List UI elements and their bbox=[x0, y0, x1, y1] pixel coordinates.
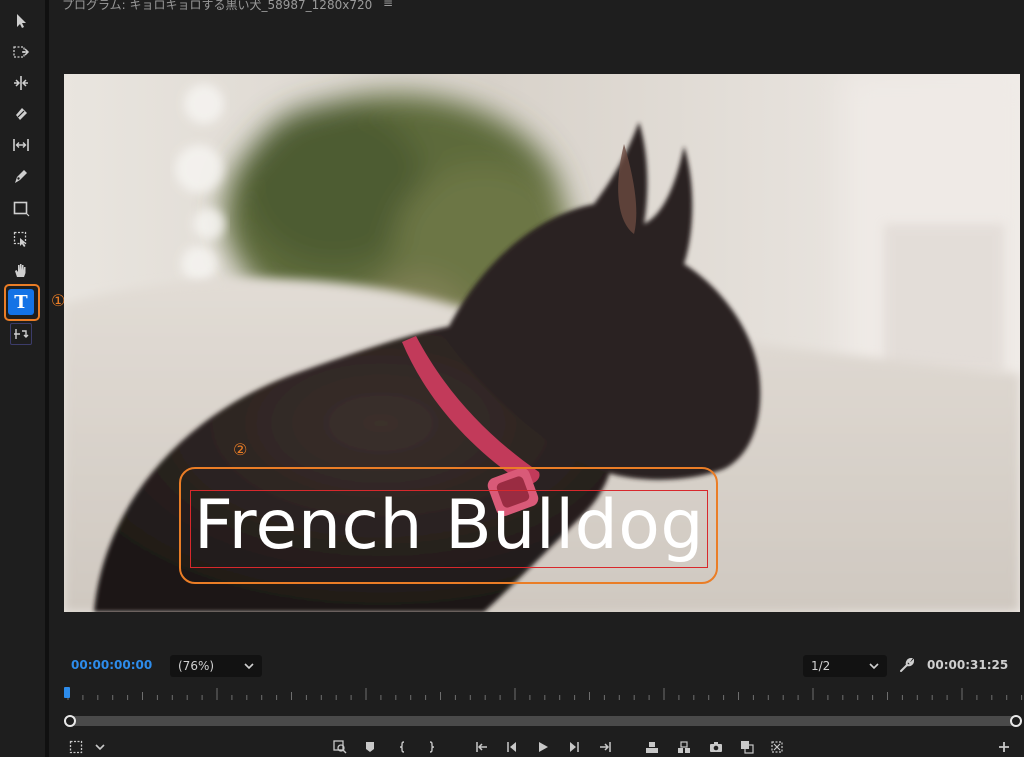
comparison-view-icon[interactable] bbox=[737, 738, 757, 756]
play-icon[interactable] bbox=[533, 738, 553, 756]
pen-tool-icon[interactable] bbox=[7, 163, 35, 189]
playhead-timecode[interactable]: 00:00:00:00 bbox=[71, 658, 152, 672]
resolution-value: 1/2 bbox=[811, 659, 831, 673]
go-to-in-icon[interactable] bbox=[472, 738, 492, 756]
rectangle-tool-icon[interactable] bbox=[7, 195, 35, 221]
program-monitor-title[interactable]: プログラム: キョロキョロする黒い犬_58987_1280x720 bbox=[62, 0, 372, 13]
add-marker-icon[interactable] bbox=[360, 738, 380, 756]
slip-tool-icon[interactable] bbox=[7, 132, 35, 158]
ripple-edit-tool-icon[interactable] bbox=[7, 70, 35, 96]
selection-frame-tool-icon[interactable] bbox=[7, 226, 35, 252]
scrollbar-handle-left[interactable] bbox=[64, 715, 76, 727]
playback-resolution-select[interactable]: 1/2 bbox=[803, 655, 887, 677]
time-ruler[interactable] bbox=[64, 686, 1024, 706]
chevron-down-icon bbox=[869, 655, 879, 684]
wrench-icon[interactable] bbox=[898, 656, 916, 674]
track-select-tool-icon[interactable] bbox=[7, 39, 35, 65]
hand-tool-icon[interactable] bbox=[7, 257, 35, 283]
playhead-marker[interactable] bbox=[64, 687, 70, 698]
proxy-toggle-icon[interactable] bbox=[767, 738, 787, 756]
safe-margins-icon[interactable] bbox=[66, 738, 86, 756]
razor-tool-icon[interactable] bbox=[7, 101, 35, 127]
zoom-to-fit-icon[interactable] bbox=[330, 738, 350, 756]
zoom-level-select[interactable]: (76%) bbox=[170, 655, 262, 677]
export-frame-icon[interactable] bbox=[706, 738, 726, 756]
callout-highlight-type-tool bbox=[4, 284, 40, 321]
chevron-down-icon[interactable] bbox=[90, 738, 110, 756]
duration-timecode: 00:00:31:25 bbox=[927, 658, 1009, 672]
step-back-icon[interactable] bbox=[502, 738, 522, 756]
chevron-down-icon bbox=[244, 655, 254, 684]
overlay-title-text[interactable]: French Bulldog bbox=[190, 486, 708, 566]
lift-icon[interactable] bbox=[642, 738, 662, 756]
extract-icon[interactable] bbox=[674, 738, 694, 756]
zoom-level-value: (76%) bbox=[178, 659, 215, 673]
panel-menu-icon[interactable]: ≡ bbox=[383, 0, 393, 10]
zoom-scrollbar[interactable] bbox=[68, 716, 1020, 726]
selection-tool-icon[interactable] bbox=[7, 8, 35, 34]
panel-divider bbox=[45, 0, 49, 757]
remix-tool-icon[interactable] bbox=[10, 323, 32, 345]
callout-number-2: ② bbox=[233, 440, 248, 459]
scrollbar-handle-right[interactable] bbox=[1010, 715, 1022, 727]
step-forward-icon[interactable] bbox=[564, 738, 584, 756]
button-editor-add-icon[interactable] bbox=[994, 738, 1014, 756]
go-to-out-icon[interactable] bbox=[595, 738, 615, 756]
mark-out-icon[interactable] bbox=[421, 738, 441, 756]
tool-panel: T bbox=[0, 0, 44, 757]
mark-in-icon[interactable] bbox=[393, 738, 413, 756]
